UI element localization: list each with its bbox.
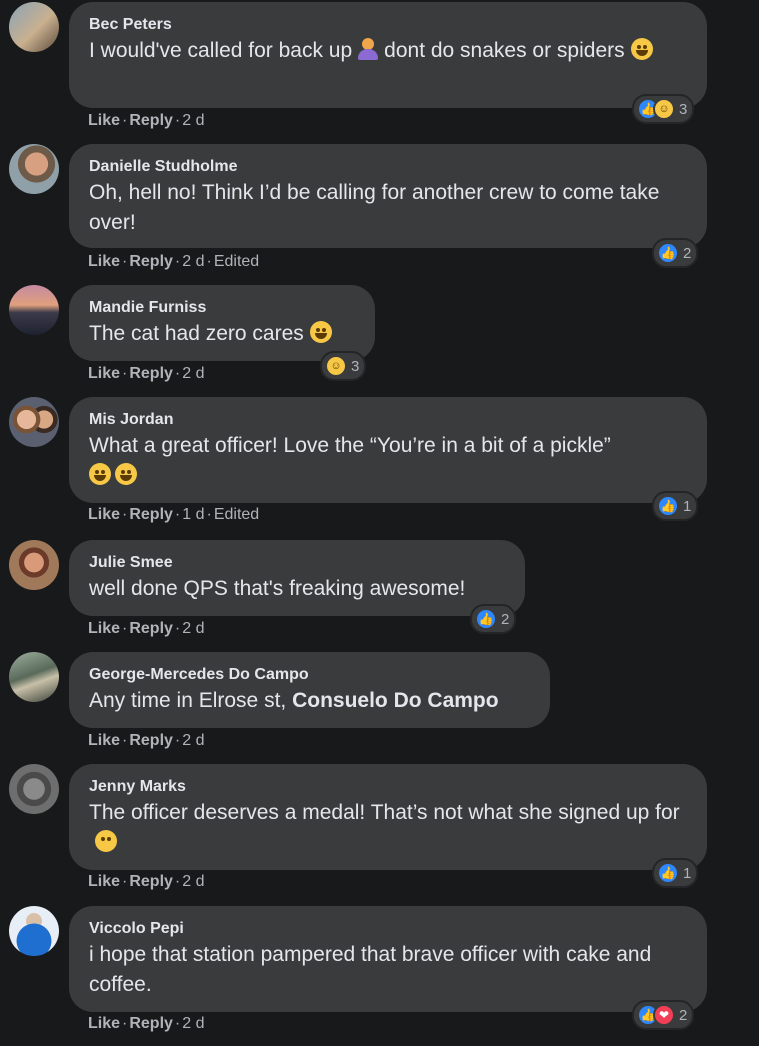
avatar[interactable]	[9, 285, 59, 335]
reaction-summary[interactable]: 👍 2	[652, 238, 699, 268]
comment-bubble: Bec Peters I would've called for back up…	[69, 2, 707, 108]
comment-text: Any time in Elrose st, Consuelo Do Campo	[89, 689, 499, 712]
comment-author[interactable]: George-Mercedes Do Campo	[89, 664, 530, 686]
reply-link[interactable]: Reply	[129, 253, 173, 270]
edited-label[interactable]: Edited	[214, 253, 259, 270]
comment-list: Bec Peters I would've called for back up…	[0, 0, 759, 1046]
reaction-count: 2	[501, 610, 510, 628]
reaction-summary[interactable]: 👍 1	[652, 491, 699, 521]
timestamp[interactable]: 2 d	[182, 732, 204, 749]
comment-bubble: Mandie Furniss The cat had zero cares	[69, 285, 375, 361]
timestamp[interactable]: 2 d	[182, 1015, 204, 1032]
reaction-count: 3	[679, 100, 688, 118]
reply-link[interactable]: Reply	[129, 365, 173, 382]
edited-label[interactable]: Edited	[214, 506, 259, 523]
reaction-count: 3	[351, 357, 360, 375]
like-link[interactable]: Like	[88, 873, 120, 890]
comment-author[interactable]: Viccolo Pepi	[89, 918, 687, 940]
avatar[interactable]	[9, 397, 59, 447]
comment-author[interactable]: Jenny Marks	[89, 776, 687, 798]
avatar[interactable]	[9, 2, 59, 52]
comment-text: Oh, hell no! Think I’d be calling for an…	[89, 181, 660, 234]
flushed-emoji-icon	[95, 830, 117, 852]
comment-bubble: Danielle Studholme Oh, hell no! Think I’…	[69, 144, 707, 248]
comment-actions: Like · Reply · 1 d · Edited	[88, 506, 260, 523]
like-link[interactable]: Like	[88, 1015, 120, 1032]
reaction-summary[interactable]: 👍 ❤ 2	[632, 1000, 695, 1030]
thumbs-up-icon: 👍	[475, 608, 497, 630]
comment-text: What a great officer! Love the “You’re i…	[89, 431, 687, 491]
comment-bubble: Viccolo Pepi i hope that station pampere…	[69, 906, 707, 1012]
comment-actions: Like · Reply · 2 d	[88, 365, 205, 382]
like-link[interactable]: Like	[88, 620, 120, 637]
grinning-emoji-icon	[115, 463, 137, 485]
comment-text: The cat had zero cares	[89, 319, 355, 349]
mention-link[interactable]: Consuelo Do Campo	[292, 689, 499, 712]
comment-text: I would've called for back up dont do sna…	[89, 36, 687, 66]
grinning-emoji-icon	[89, 463, 111, 485]
timestamp[interactable]: 2 d	[182, 873, 204, 890]
like-link[interactable]: Like	[88, 365, 120, 382]
reply-link[interactable]: Reply	[129, 873, 173, 890]
reply-link[interactable]: Reply	[129, 112, 173, 129]
comment-bubble: Julie Smee well done QPS that's freaking…	[69, 540, 525, 616]
laughing-emoji-icon	[309, 321, 332, 343]
thumbs-up-icon: 👍	[657, 862, 679, 884]
laughing-face-icon: ☺	[325, 355, 347, 377]
avatar[interactable]	[9, 144, 59, 194]
avatar[interactable]	[9, 906, 59, 956]
comment-actions: Like · Reply · 2 d	[88, 112, 205, 129]
comment-actions: Like · Reply · 2 d · Edited	[88, 253, 260, 270]
comment-bubble: Jenny Marks The officer deserves a medal…	[69, 764, 707, 870]
timestamp[interactable]: 2 d	[182, 112, 204, 129]
reply-link[interactable]: Reply	[129, 1015, 173, 1032]
timestamp[interactable]: 2 d	[182, 253, 204, 270]
avatar[interactable]	[9, 540, 59, 590]
person-emoji-icon	[358, 38, 379, 60]
comment-author[interactable]: Bec Peters	[89, 14, 687, 36]
comment-actions: Like · Reply · 2 d	[88, 873, 205, 890]
like-link[interactable]: Like	[88, 253, 120, 270]
reply-link[interactable]: Reply	[129, 620, 173, 637]
comment-bubble: Mis Jordan What a great officer! Love th…	[69, 397, 707, 503]
reaction-summary[interactable]: ☺ 3	[320, 351, 367, 381]
timestamp[interactable]: 2 d	[182, 365, 204, 382]
thumbs-up-icon: 👍	[657, 242, 679, 264]
avatar[interactable]	[9, 652, 59, 702]
comment-actions: Like · Reply · 2 d	[88, 1015, 205, 1032]
reaction-summary[interactable]: 👍 1	[652, 858, 699, 888]
comment-text: The officer deserves a medal! That’s not…	[89, 798, 687, 858]
reply-link[interactable]: Reply	[129, 506, 173, 523]
comment-author[interactable]: Julie Smee	[89, 552, 505, 574]
comment-author[interactable]: Danielle Studholme	[89, 156, 687, 178]
reaction-count: 1	[683, 497, 692, 515]
like-link[interactable]: Like	[88, 732, 120, 749]
reaction-count: 2	[683, 244, 692, 262]
comment-text: well done QPS that's freaking awesome!	[89, 577, 466, 600]
comment-author[interactable]: Mis Jordan	[89, 409, 687, 431]
reaction-summary[interactable]: 👍 ☺ 3	[632, 94, 695, 124]
comment-bubble: George-Mercedes Do Campo Any time in Elr…	[69, 652, 550, 728]
comment-author[interactable]: Mandie Furniss	[89, 297, 355, 319]
reaction-count: 1	[683, 864, 692, 882]
comment-actions: Like · Reply · 2 d	[88, 732, 205, 749]
comment-actions: Like · Reply · 2 d	[88, 620, 205, 637]
like-link[interactable]: Like	[88, 506, 120, 523]
laughing-face-icon: ☺	[653, 98, 675, 120]
reply-link[interactable]: Reply	[129, 732, 173, 749]
reaction-summary[interactable]: 👍 2	[470, 604, 517, 634]
like-link[interactable]: Like	[88, 112, 120, 129]
timestamp[interactable]: 1 d	[182, 506, 204, 523]
heart-icon: ❤	[653, 1004, 675, 1026]
comment-text: i hope that station pampered that brave …	[89, 943, 652, 996]
thumbs-up-icon: 👍	[657, 495, 679, 517]
reaction-count: 2	[679, 1006, 688, 1024]
laughing-emoji-icon	[630, 38, 653, 60]
avatar[interactable]	[9, 764, 59, 814]
timestamp[interactable]: 2 d	[182, 620, 204, 637]
